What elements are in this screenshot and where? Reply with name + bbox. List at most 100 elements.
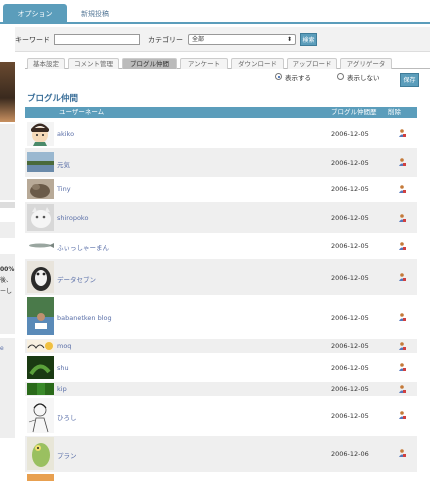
avatar[interactable] — [27, 356, 54, 379]
avatar[interactable] — [27, 122, 54, 146]
settings-tabs: 基本設定 コメント管理 ブログル仲間 アンケート ダウンロード アップロード ア… — [25, 58, 430, 69]
delete-user-icon[interactable] — [399, 411, 406, 419]
delete-user-icon[interactable] — [399, 273, 406, 281]
friend-date: 2006-12-05 — [331, 342, 369, 350]
left-sidebar: 00% 後、 ーし e — [0, 26, 15, 481]
user-name-link[interactable]: moq — [57, 342, 71, 350]
avatar[interactable] — [27, 204, 54, 231]
hide-radio[interactable] — [337, 73, 344, 80]
sidebar-image — [0, 62, 15, 122]
category-select[interactable]: 全部 ⬍ — [188, 34, 296, 45]
table-row: プラン 2006-12-06 — [25, 436, 417, 472]
sidebar-panel — [0, 338, 15, 438]
table-row: Tiny 2006-12-05 — [25, 177, 417, 202]
table-header: ユーザーネーム ブログル仲間歴 削除 — [25, 107, 417, 118]
avatar[interactable] — [27, 179, 54, 199]
friend-date: 2006-12-05 — [331, 185, 369, 193]
keyword-input[interactable] — [54, 34, 140, 45]
search-button[interactable]: 検索 — [300, 33, 317, 46]
user-name-link[interactable]: Tiny — [57, 185, 71, 193]
delete-user-icon[interactable] — [399, 449, 406, 457]
sidebar-text: e — [0, 345, 4, 352]
user-name-link[interactable]: ひろし — [57, 412, 77, 422]
top-navigation: オプション 新規投稿 — [0, 0, 430, 24]
sidebar-text: 後、 — [0, 277, 13, 284]
avatar[interactable] — [27, 261, 54, 293]
avatar[interactable] — [27, 437, 54, 470]
tab-upload[interactable]: アップロード — [287, 58, 337, 69]
search-bar: キーワード カテゴリー 全部 ⬍ 検索 — [0, 27, 430, 52]
tab-download[interactable]: ダウンロード — [231, 58, 284, 69]
sidebar-text: 00% — [0, 266, 15, 273]
avatar[interactable] — [27, 398, 54, 433]
avatar[interactable] — [27, 383, 54, 395]
column-header-date: ブログル仲間歴 — [331, 108, 377, 116]
delete-user-icon[interactable] — [399, 158, 406, 166]
user-name-link[interactable]: babanetken blog — [57, 314, 112, 322]
keyword-label: キーワード — [15, 36, 50, 44]
tab-survey[interactable]: アンケート — [180, 58, 228, 69]
delete-user-icon[interactable] — [399, 342, 406, 350]
user-name-link[interactable]: 元気 — [57, 159, 70, 169]
user-name-link[interactable]: kip — [57, 385, 67, 393]
user-name-link[interactable]: shiropoko — [57, 214, 88, 222]
tab-new-post[interactable]: 新規投稿 — [72, 4, 118, 24]
delete-user-icon[interactable] — [399, 185, 406, 193]
friend-date: 2006-12-05 — [331, 274, 369, 282]
sidebar-panel — [0, 222, 15, 238]
avatar[interactable] — [27, 152, 54, 172]
friend-date: 2006-12-05 — [331, 214, 369, 222]
avatar[interactable] — [27, 340, 54, 352]
table-row: kip 2006-12-05 — [25, 382, 417, 396]
user-name-link[interactable]: akiko — [57, 130, 74, 138]
sidebar-panel — [0, 124, 15, 200]
tab-comment-management[interactable]: コメント管理 — [68, 58, 119, 69]
tab-options[interactable]: オプション — [3, 4, 67, 24]
tab-aggregator[interactable]: アグリゲータ — [340, 58, 392, 69]
user-name-link[interactable]: shu — [57, 364, 69, 372]
table-row: akiko 2006-12-05 — [25, 119, 417, 148]
tab-basic-settings[interactable]: 基本設定 — [27, 58, 65, 69]
user-name-link[interactable]: ふぃっしゃーまん — [57, 242, 109, 252]
friend-date: 2006-12-05 — [331, 412, 369, 420]
delete-user-icon[interactable] — [399, 129, 406, 137]
category-label: カテゴリー — [148, 36, 183, 44]
friend-date: 2006-12-05 — [331, 314, 369, 322]
friend-date: 2006-12-05 — [331, 242, 369, 250]
show-label: 表示する — [285, 74, 311, 82]
friend-date: 2006-12-05 — [331, 385, 369, 393]
friend-date: 2006-12-05 — [331, 159, 369, 167]
table-row: babanetken blog 2006-12-05 — [25, 295, 417, 339]
delete-user-icon[interactable] — [399, 363, 406, 371]
sidebar-divider — [0, 202, 15, 208]
table-row: moq 2006-12-05 — [25, 339, 417, 353]
table-row: 元気 2006-12-05 — [25, 148, 417, 177]
column-header-delete: 削除 — [388, 108, 401, 116]
table-row: ひろし 2006-12-05 — [25, 396, 417, 436]
tab-blog-friends[interactable]: ブログル仲間 — [122, 58, 177, 69]
delete-user-icon[interactable] — [399, 385, 406, 393]
avatar[interactable] — [27, 297, 54, 335]
category-select-value: 全部 — [192, 36, 205, 43]
column-header-user: ユーザーネーム — [59, 108, 105, 116]
chevron-down-icon: ⬍ — [286, 36, 292, 43]
sidebar-text: ーし — [0, 288, 13, 295]
delete-user-icon[interactable] — [399, 313, 406, 321]
friend-date: 2006-12-05 — [331, 364, 369, 372]
user-name-link[interactable]: データセブン — [57, 274, 96, 284]
show-radio[interactable] — [275, 73, 282, 80]
user-name-link[interactable]: プラン — [57, 450, 77, 460]
avatar[interactable] — [27, 474, 54, 481]
table-row: ふぃっしゃーまん 2006-12-05 — [25, 233, 417, 259]
avatar[interactable] — [27, 242, 54, 249]
hide-label: 表示しない — [347, 74, 380, 82]
page-title: ブログル仲間 — [27, 94, 79, 104]
save-button[interactable]: 保存 — [400, 73, 419, 87]
delete-user-icon[interactable] — [399, 242, 406, 250]
table-row — [25, 472, 417, 481]
friend-date: 2006-12-05 — [331, 130, 369, 138]
delete-user-icon[interactable] — [399, 214, 406, 222]
table-row: shu 2006-12-05 — [25, 353, 417, 382]
table-row: データセブン 2006-12-05 — [25, 259, 417, 295]
table-row: shiropoko 2006-12-05 — [25, 202, 417, 233]
